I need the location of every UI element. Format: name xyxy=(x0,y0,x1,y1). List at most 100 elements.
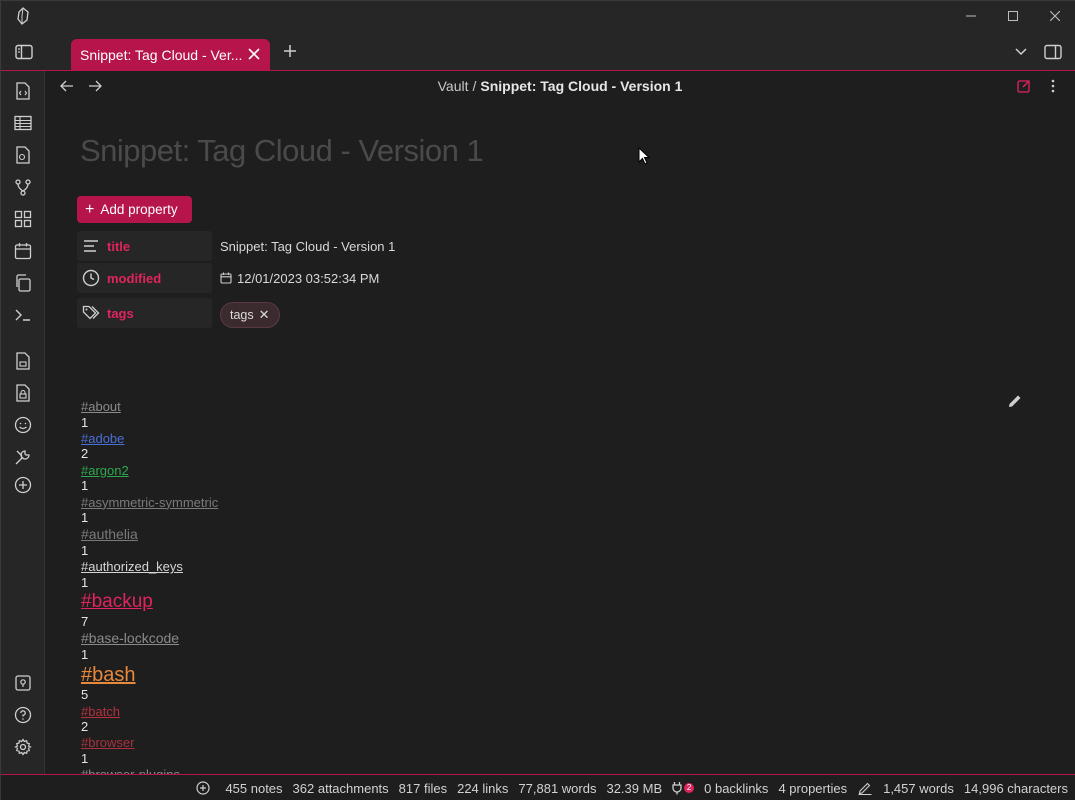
tag-cloud-entry: #browser-plugins1 xyxy=(81,767,681,774)
tag-cloud-count: 1 xyxy=(81,478,89,494)
ribbon-daily-note-button[interactable] xyxy=(13,241,33,261)
app-window: Snippet: Tag Cloud - Ver... Vault / Snip… xyxy=(0,0,1075,800)
tag-cloud-link[interactable]: #authorized_keys xyxy=(81,559,681,575)
tag-cloud-count: 1 xyxy=(81,510,89,526)
minimize-button[interactable] xyxy=(961,6,981,26)
editing-mode-icon[interactable] xyxy=(857,780,873,796)
tag-cloud-count: 1 xyxy=(81,647,89,663)
tag-cloud-count: 1 xyxy=(81,575,89,591)
tag-cloud-count: 2 xyxy=(81,719,89,735)
tag-cloud-link[interactable]: #backup xyxy=(81,591,681,614)
tag-cloud-entry: #asymmetric-symmetric 1 xyxy=(81,495,681,527)
tag-cloud-link[interactable]: #asymmetric-symmetric xyxy=(81,495,681,511)
plus-circle-icon xyxy=(196,781,211,795)
property-value-title[interactable]: Snippet: Tag Cloud - Version 1 xyxy=(220,231,395,261)
tags-icon xyxy=(82,305,100,320)
property-row-modified: modified 12/01/2023 03:52:34 PM xyxy=(77,263,677,293)
status-links: 224 links xyxy=(457,780,509,796)
sidebar-left-icon xyxy=(15,44,33,60)
status-note-words: 1,457 words xyxy=(883,780,954,796)
tag-cloud-count: 2 xyxy=(81,446,89,462)
status-attachments: 362 attachments xyxy=(292,780,389,796)
tab-list-dropdown-button[interactable] xyxy=(1011,42,1031,62)
view-header: Vault / Snippet: Tag Cloud - Version 1 xyxy=(45,71,1075,103)
property-key-tags[interactable]: tags xyxy=(77,298,212,328)
modified-datetime: 12/01/2023 03:52:34 PM xyxy=(237,270,380,286)
tab-title: Snippet: Tag Cloud - Ver... xyxy=(80,47,243,63)
edit-block-icon[interactable] xyxy=(1007,393,1023,409)
close-window-button[interactable] xyxy=(1045,6,1065,26)
calendar-icon xyxy=(14,243,32,260)
add-property-button[interactable]: + Add property xyxy=(77,196,192,223)
ribbon-canvas-button[interactable] xyxy=(13,209,33,229)
status-items: 455 notes 362 attachments 817 files 224 … xyxy=(185,780,1068,796)
plus-icon xyxy=(284,45,296,57)
tag-cloud-count: 5 xyxy=(81,687,89,703)
ribbon-tools-button[interactable] xyxy=(13,447,33,467)
tag-cloud-link[interactable]: #authelia xyxy=(81,526,681,543)
breadcrumb-note-title[interactable]: Snippet: Tag Cloud - Version 1 xyxy=(480,78,682,94)
tag-cloud-link[interactable]: #batch xyxy=(81,704,681,720)
tag-cloud-entry: #bash 5 xyxy=(81,663,681,703)
property-key-title[interactable]: title xyxy=(77,231,212,261)
property-key-label: modified xyxy=(107,270,162,286)
property-key-modified[interactable]: modified xyxy=(77,263,212,293)
toggle-right-sidebar-button[interactable] xyxy=(1042,41,1064,63)
ribbon-vault-switcher-button[interactable] xyxy=(13,673,33,693)
tag-cloud-link[interactable]: #browser-plugins xyxy=(81,767,681,774)
ribbon-command-palette-button[interactable] xyxy=(13,305,33,325)
remove-tag-icon[interactable]: ✕ xyxy=(259,307,270,323)
toggle-left-sidebar-button[interactable] xyxy=(13,41,35,63)
ribbon-file-search-button[interactable] xyxy=(13,145,33,165)
tag-pill[interactable]: tags ✕ xyxy=(220,302,280,328)
plugin-badge: 2 xyxy=(684,783,695,793)
ribbon-emoji-button[interactable] xyxy=(13,415,33,435)
property-row-title: title Snippet: Tag Cloud - Version 1 xyxy=(77,231,677,261)
property-key-label: tags xyxy=(107,305,134,321)
ribbon-templates-button[interactable] xyxy=(13,273,33,293)
sync-status-icon[interactable] xyxy=(195,780,211,796)
tag-cloud-link[interactable]: #base-lockcode xyxy=(81,630,681,647)
tag-cloud-link[interactable]: #argon2 xyxy=(81,463,681,479)
tag-cloud-link[interactable]: #bash xyxy=(81,663,681,687)
ribbon-new-note-button[interactable] xyxy=(13,81,33,101)
ribbon-encrypt-button[interactable] xyxy=(13,383,33,403)
ribbon-graph-button[interactable] xyxy=(13,177,33,197)
breadcrumb-vault[interactable]: Vault xyxy=(438,78,469,94)
tag-cloud-entry: #argon2 1 xyxy=(81,463,681,495)
maximize-button[interactable] xyxy=(1003,6,1023,26)
tag-cloud-entry: #browser 1 xyxy=(81,735,681,767)
tag-cloud-link[interactable]: #about xyxy=(81,399,681,415)
obsidian-logo-icon xyxy=(17,7,29,25)
tag-cloud-link[interactable]: #adobe xyxy=(81,431,681,447)
breadcrumb: Vault / Snippet: Tag Cloud - Version 1 xyxy=(45,78,1075,94)
left-ribbon xyxy=(1,71,45,774)
status-properties[interactable]: 4 properties xyxy=(778,781,847,796)
tag-cloud-entry: #authelia 1 xyxy=(81,526,681,559)
property-value-modified[interactable]: 12/01/2023 03:52:34 PM xyxy=(220,263,379,293)
plug-icon xyxy=(672,782,682,795)
new-tab-button[interactable] xyxy=(280,41,300,61)
toggle-edit-mode-button[interactable] xyxy=(1016,78,1032,94)
status-backlinks[interactable]: 0 backlinks xyxy=(704,781,768,796)
text-align-icon xyxy=(84,240,98,252)
calendar-icon xyxy=(220,272,232,284)
status-note-characters: 14,996 characters xyxy=(963,780,1068,796)
ribbon-settings-button[interactable] xyxy=(13,737,33,757)
ribbon-add-button[interactable] xyxy=(13,475,33,495)
tab-close-icon[interactable] xyxy=(246,46,262,62)
ribbon-file-lock-button[interactable] xyxy=(13,351,33,371)
layout-grid-icon xyxy=(14,210,32,228)
property-key-label: title xyxy=(107,238,131,254)
tag-cloud-entry: #adobe 2 xyxy=(81,431,681,463)
tab-active-note[interactable]: Snippet: Tag Cloud - Ver... xyxy=(71,39,270,71)
ribbon-table-button[interactable] xyxy=(13,113,33,133)
tag-cloud-link[interactable]: #browser xyxy=(81,735,681,751)
tag-pill-label: tags xyxy=(230,308,254,322)
mouse-cursor-icon xyxy=(638,147,650,165)
more-options-button[interactable] xyxy=(1045,78,1061,94)
ribbon-help-button[interactable] xyxy=(13,705,33,725)
note-title[interactable]: Snippet: Tag Cloud - Version 1 xyxy=(80,133,484,169)
plugin-status-icon[interactable]: 2 xyxy=(672,780,695,796)
tag-cloud-entry: #base-lockcode 1 xyxy=(81,630,681,663)
